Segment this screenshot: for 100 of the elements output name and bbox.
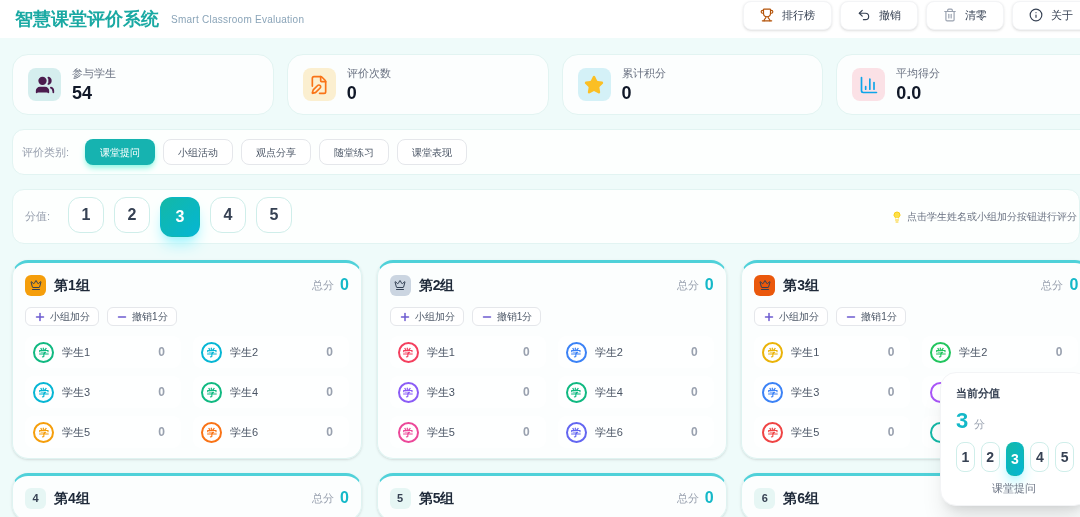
app-title: 智慧课堂评价系统 — [15, 7, 159, 31]
student-avatar[interactable]: 学 — [397, 341, 419, 363]
category-label: 评价类别: — [22, 144, 70, 160]
student-avatar[interactable]: 学 — [397, 421, 419, 443]
student-avatar[interactable]: 学 — [397, 381, 419, 403]
student-score: 0 — [690, 344, 698, 361]
toolbar-button[interactable]: 关于 — [1012, 0, 1080, 30]
category-tab[interactable]: 课堂表现 — [397, 139, 468, 165]
student-name[interactable]: 学生5 — [791, 423, 820, 441]
student-score: 0 — [887, 384, 895, 401]
score-value-button[interactable]: 4 — [210, 196, 247, 233]
student-name[interactable]: 学生3 — [426, 383, 455, 401]
total-score-label: 总分 — [676, 490, 699, 506]
total-score: 0 — [340, 488, 349, 508]
undo-icon — [857, 8, 871, 22]
current-value: 3 — [956, 409, 969, 432]
student-avatar[interactable]: 学 — [762, 381, 784, 403]
category-tab[interactable]: 观点分享 — [241, 139, 312, 165]
score-value-button[interactable]: 5 — [1055, 442, 1074, 472]
student-name[interactable]: 学生1 — [791, 343, 820, 361]
category-tab[interactable]: 小组活动 — [163, 139, 234, 165]
student-name[interactable]: 学生4 — [594, 383, 623, 401]
student-score: 0 — [522, 344, 530, 361]
student-name[interactable]: 学生2 — [230, 343, 259, 361]
student-name[interactable]: 学生2 — [594, 343, 623, 361]
total-score-label: 总分 — [1041, 277, 1064, 293]
student-name[interactable]: 学生2 — [959, 343, 988, 361]
student-score: 0 — [158, 344, 165, 361]
student-name[interactable]: 学生1 — [426, 343, 455, 361]
category-tab[interactable]: 随堂练习 — [319, 139, 390, 165]
trash-icon — [943, 8, 957, 22]
total-score: 0 — [340, 275, 349, 295]
popup-category: 课堂提问 — [990, 481, 1037, 496]
toolbar-button[interactable]: 撤销 — [840, 0, 918, 30]
group-undo-button[interactable]: 撤销1分 — [836, 307, 906, 326]
group-add-button[interactable]: 小组加分 — [754, 307, 829, 326]
student-score: 0 — [326, 384, 333, 401]
toolbar-button[interactable]: 清零 — [926, 0, 1004, 30]
people-icon — [34, 74, 55, 95]
student-score: 0 — [326, 424, 333, 441]
stat-label: 平均得分 — [896, 66, 941, 81]
student-avatar[interactable]: 学 — [762, 421, 784, 443]
student-name[interactable]: 学生4 — [230, 383, 259, 401]
student-score: 0 — [887, 344, 895, 361]
stat-label: 评价次数 — [346, 66, 391, 81]
student-score: 0 — [887, 424, 895, 441]
score-hint: 点击学生姓名或小组加分按钮进行评分 — [907, 210, 1077, 224]
stat-value: 0 — [346, 81, 358, 104]
total-score: 0 — [704, 275, 714, 295]
score-value-button[interactable]: 2 — [980, 442, 1000, 472]
student-score: 0 — [690, 424, 698, 441]
student-score: 0 — [1055, 344, 1063, 361]
group-name: 第5组 — [418, 488, 455, 508]
group-add-button[interactable]: 小组加分 — [389, 307, 464, 326]
student-avatar[interactable]: 学 — [565, 341, 587, 363]
student-score: 0 — [158, 384, 165, 401]
total-score: 0 — [1069, 275, 1079, 295]
group-number: 4 — [25, 487, 46, 509]
total-score: 0 — [704, 488, 714, 508]
student-score: 0 — [158, 424, 165, 441]
score-value-button[interactable]: 1 — [68, 196, 105, 233]
group-name: 第3组 — [783, 275, 820, 295]
plus-icon — [34, 310, 46, 323]
student-name[interactable]: 学生6 — [230, 423, 259, 441]
stat-value: 0 — [621, 81, 633, 104]
current-value-unit: 分 — [974, 416, 986, 432]
student-name[interactable]: 学生6 — [594, 423, 623, 441]
student-name[interactable]: 学生3 — [62, 383, 91, 401]
student-name[interactable]: 学生5 — [62, 423, 91, 441]
score-value-button[interactable]: 5 — [256, 196, 293, 233]
total-score-label: 总分 — [312, 490, 335, 506]
group-undo-button[interactable]: 撤销1分 — [107, 307, 177, 326]
trophy-icon — [760, 8, 774, 22]
plus-icon — [763, 310, 776, 323]
group-name: 第6组 — [783, 488, 820, 508]
popup-title: 当前分值 — [956, 386, 1001, 401]
app-subtitle: Smart Classroom Evaluation — [171, 12, 305, 27]
student-score: 0 — [522, 424, 530, 441]
group-add-button[interactable]: 小组加分 — [25, 307, 99, 326]
score-label: 分值: — [25, 209, 51, 225]
score-value-button[interactable]: 4 — [1030, 442, 1050, 472]
star-icon — [584, 74, 604, 95]
group-number: 5 — [389, 487, 411, 509]
student-name[interactable]: 学生5 — [426, 423, 455, 441]
document-pencil-icon — [309, 74, 330, 95]
toolbar-button[interactable]: 排行榜 — [743, 0, 832, 30]
group-number: 6 — [754, 487, 776, 509]
student-avatar[interactable]: 学 — [565, 421, 587, 443]
student-name[interactable]: 学生3 — [791, 383, 820, 401]
score-value-button[interactable]: 1 — [956, 442, 975, 472]
score-value-button[interactable]: 2 — [114, 196, 151, 233]
student-score: 0 — [326, 344, 333, 361]
total-score-label: 总分 — [676, 277, 699, 293]
student-name[interactable]: 学生1 — [62, 343, 91, 361]
stat-value: 54 — [72, 81, 94, 104]
stat-label: 累计积分 — [621, 66, 666, 81]
student-score: 0 — [522, 384, 530, 401]
group-undo-button[interactable]: 撤销1分 — [471, 307, 542, 326]
plus-icon — [398, 310, 411, 323]
group-name: 第1组 — [54, 275, 90, 295]
